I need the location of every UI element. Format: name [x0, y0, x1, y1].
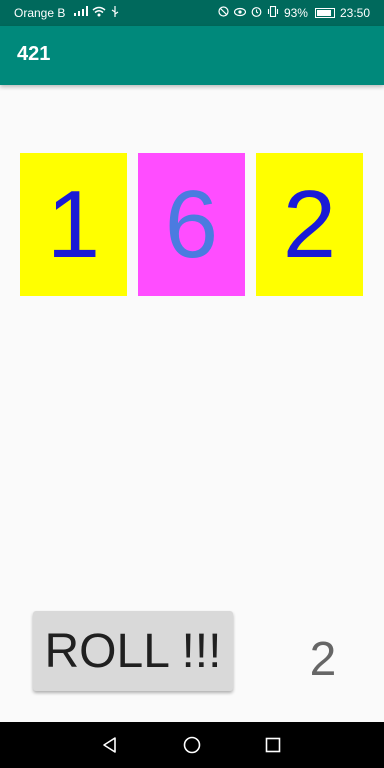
carrier-name: Orange B [14, 6, 66, 20]
usb-icon [111, 6, 119, 20]
die-3[interactable]: 2 [256, 153, 363, 296]
nfc-icon [218, 6, 229, 20]
roll-button[interactable]: ROLL !!! [33, 611, 233, 691]
roll-button-label: ROLL !!! [44, 624, 222, 678]
app-title: 421 [17, 43, 51, 65]
home-icon[interactable] [181, 734, 203, 756]
die-2[interactable]: 6 [138, 153, 245, 296]
alarm-icon [251, 6, 262, 20]
navigation-bar [0, 722, 384, 768]
app-bar: 421 [0, 26, 384, 85]
die-1-value: 1 [46, 170, 101, 278]
die-2-value: 6 [164, 170, 219, 278]
status-right: 93% 23:50 [218, 5, 370, 20]
battery-icon [314, 8, 335, 18]
recents-icon[interactable] [262, 734, 284, 756]
wifi-icon [92, 6, 106, 20]
signal-icon [74, 6, 88, 19]
eye-icon [233, 6, 247, 20]
clock: 23:50 [339, 6, 370, 20]
status-bar: Orange B 93% 23:50 [0, 0, 384, 26]
roll-counter: 2 [309, 633, 337, 686]
die-3-value: 2 [282, 170, 337, 278]
back-icon[interactable] [99, 734, 121, 756]
vibrate-icon [267, 5, 279, 20]
battery-percent: 93% [283, 6, 308, 20]
die-1[interactable]: 1 [20, 153, 127, 296]
